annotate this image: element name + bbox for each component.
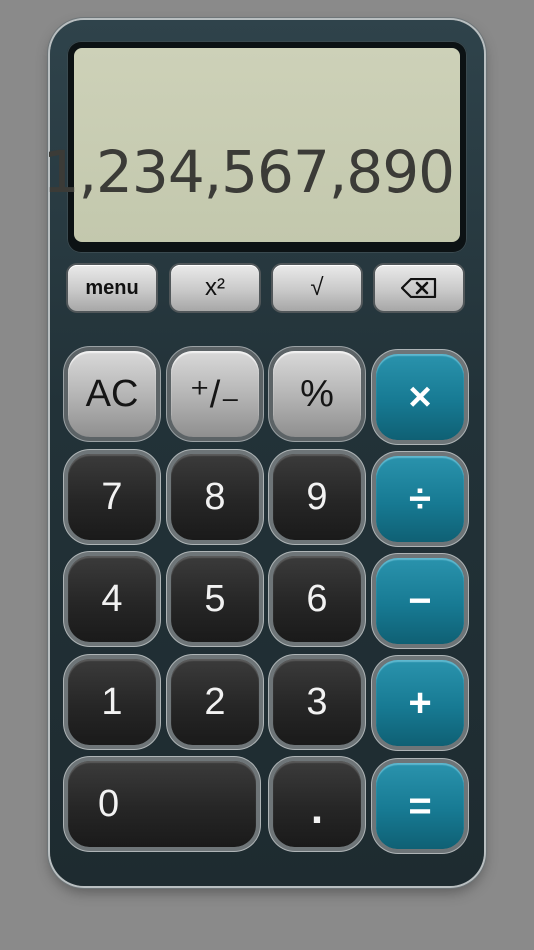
clear-label: AC	[85, 372, 139, 415]
digit-7-label: 7	[101, 475, 123, 518]
digit-9-label: 9	[306, 475, 328, 518]
digit-6-label: 6	[306, 577, 328, 620]
digit-8-label: 8	[204, 475, 226, 518]
digit-6-button[interactable]: 6	[273, 556, 361, 642]
backspace-icon	[401, 278, 437, 298]
divide-button[interactable]: ÷	[376, 456, 464, 542]
decimal-label: .	[310, 784, 324, 833]
digit-4-label: 4	[101, 577, 123, 620]
sqrt-button[interactable]: √	[273, 265, 361, 311]
digit-5-button[interactable]: 5	[171, 556, 259, 642]
decimal-button[interactable]: .	[273, 761, 361, 847]
digit-1-label: 1	[101, 680, 123, 723]
digit-1-button[interactable]: 1	[68, 659, 156, 745]
digit-2-label: 2	[204, 680, 226, 723]
multiply-button[interactable]: ×	[376, 354, 464, 440]
equals-button[interactable]: =	[376, 763, 464, 849]
display-bezel: 1,234,567,890	[43, 41, 467, 253]
digit-3-label: 3	[306, 680, 328, 723]
percent-label: %	[300, 372, 334, 415]
plus-button[interactable]: +	[376, 660, 464, 746]
digit-5-label: 5	[204, 577, 226, 620]
minus-label: −	[408, 578, 432, 623]
square-button[interactable]: x²	[171, 265, 259, 311]
sign-toggle-label: ⁺/₋	[189, 373, 241, 416]
digit-2-button[interactable]: 2	[171, 659, 259, 745]
menu-button[interactable]: menu	[68, 265, 156, 311]
clear-button[interactable]: AC	[68, 351, 156, 437]
backspace-button[interactable]	[375, 265, 463, 311]
divide-label: ÷	[409, 476, 431, 521]
sign-toggle-button[interactable]: ⁺/₋	[171, 351, 259, 437]
digit-3-button[interactable]: 3	[273, 659, 361, 745]
minus-button[interactable]: −	[376, 558, 464, 644]
digit-7-button[interactable]: 7	[68, 454, 156, 540]
digit-0-button[interactable]: 0	[68, 761, 256, 847]
sqrt-label: √	[310, 274, 324, 301]
digit-0-label: 0	[98, 782, 120, 825]
lcd-display: 1,234,567,890	[43, 48, 460, 242]
plus-label: +	[408, 680, 432, 725]
square-label: x²	[205, 274, 225, 301]
menu-label: menu	[85, 276, 139, 299]
equals-label: =	[408, 783, 432, 828]
calculator-body: 1,234,567,890 menu x² √ AC ⁺/₋ % × 7 8 9…	[43, 20, 484, 886]
digit-4-button[interactable]: 4	[68, 556, 156, 642]
display-value: 1,234,567,890	[42, 138, 455, 206]
multiply-label: ×	[408, 374, 432, 419]
digit-9-button[interactable]: 9	[273, 454, 361, 540]
digit-8-button[interactable]: 8	[171, 454, 259, 540]
percent-button[interactable]: %	[273, 351, 361, 437]
